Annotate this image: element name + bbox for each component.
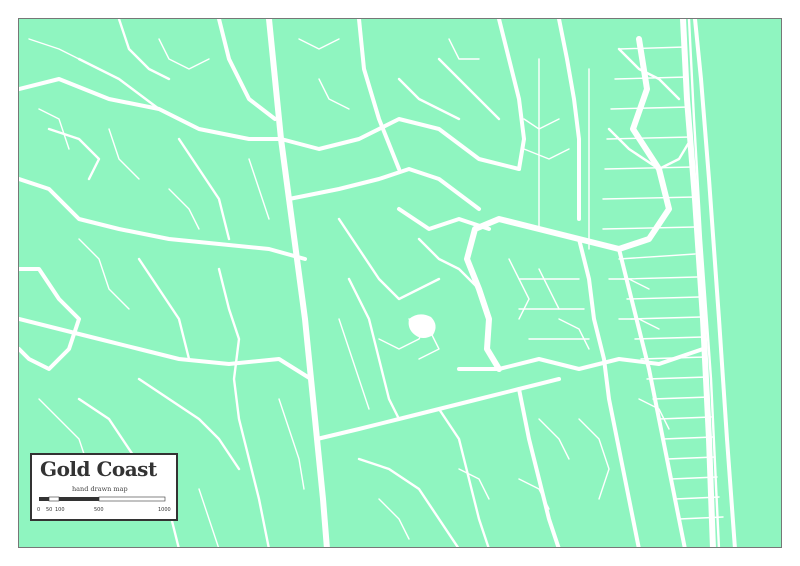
scale-segment-2: [48, 496, 60, 502]
scale-segment-4: [98, 496, 166, 502]
scale-segment-3: [59, 497, 99, 501]
scale-label-500: 500: [94, 507, 104, 513]
scale-label-50: 50: [46, 507, 52, 513]
map-subtitle: hand drawn map: [72, 485, 128, 493]
city-title: Gold Coast: [40, 457, 157, 481]
map-legend: Gold Coast hand drawn map 0 50 100 500 1…: [30, 453, 178, 521]
scale-label-0: 0: [37, 507, 40, 513]
scale-bar: 0 50 100 500 1000: [37, 496, 171, 513]
scale-label-100: 100: [55, 507, 65, 513]
scale-label-1000: 1000: [158, 507, 171, 513]
scale-segment-1: [39, 497, 49, 501]
